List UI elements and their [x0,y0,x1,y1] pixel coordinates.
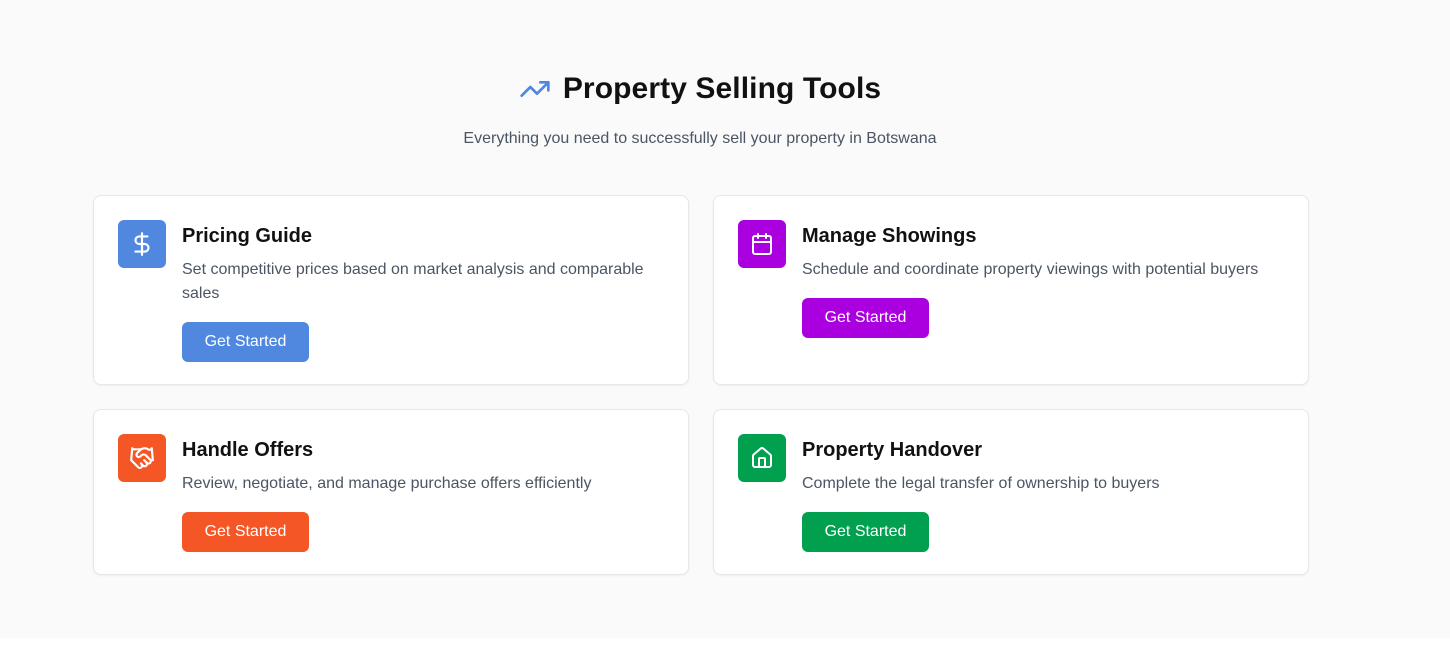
title-row: Property Selling Tools [519,72,881,106]
card-title: Pricing Guide [182,225,313,247]
card-title: Property Handover [802,439,983,461]
property-handover-card: Property Handover Complete the legal tra… [713,409,1309,575]
trending-up-icon [519,73,551,105]
home-icon [738,434,786,482]
page-header: Property Selling Tools Everything you ne… [0,72,1400,148]
page-subtitle: Everything you need to successfully sell… [463,130,937,147]
pricing-guide-get-started-button[interactable]: Get Started [182,322,309,362]
manage-showings-get-started-button[interactable]: Get Started [802,298,929,338]
card-title: Manage Showings [802,225,977,247]
card-title: Handle Offers [182,439,314,461]
pricing-guide-card: Pricing Guide Set competitive prices bas… [93,195,689,385]
dollar-icon [118,220,166,268]
page: Property Selling Tools Everything you ne… [0,0,1450,638]
card-description: Complete the legal transfer of ownership… [802,475,1160,492]
card-description: Review, negotiate, and manage purchase o… [182,475,592,492]
handshake-icon [118,434,166,482]
property-handover-get-started-button[interactable]: Get Started [802,512,929,552]
calendar-icon [738,220,786,268]
handle-offers-get-started-button[interactable]: Get Started [182,512,309,552]
manage-showings-card: Manage Showings Schedule and coordinate … [713,195,1309,385]
page-title: Property Selling Tools [562,72,882,105]
card-description: Schedule and coordinate property viewing… [802,261,1259,278]
handle-offers-card: Handle Offers Review, negotiate, and man… [93,409,689,575]
card-description: Set competitive prices based on market a… [182,261,644,302]
